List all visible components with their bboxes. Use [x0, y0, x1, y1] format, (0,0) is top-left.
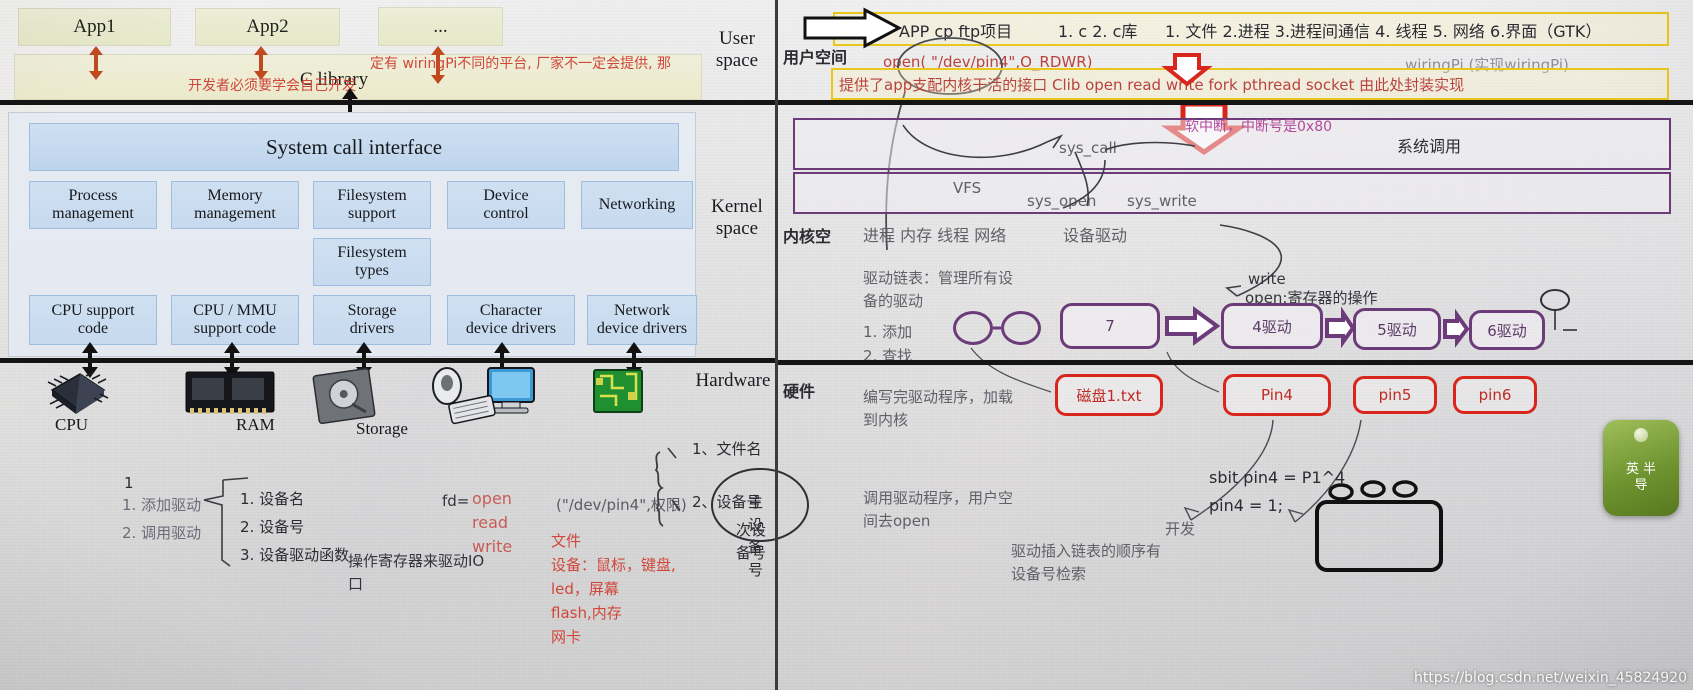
- code-assign-line: pin4 = 1;: [1209, 496, 1284, 515]
- kernel-box-networking: Networking: [581, 181, 693, 229]
- vfs-purple-bar: [793, 172, 1671, 214]
- sys-call-label: sys_call: [1059, 139, 1117, 157]
- clib-row-note: 提供了app支配内核干活的接口 Clib open read write for…: [839, 76, 1465, 94]
- driver-step-add: 1. 添加: [863, 323, 913, 341]
- driver-box-7: 7: [1060, 303, 1160, 349]
- user-space-side-label: User space: [715, 28, 759, 71]
- fd-arguments: ("/dev/pin4",权限): [556, 496, 687, 514]
- hw-note-call-driver: 调用驱动程序，用户空 间去open: [863, 489, 1014, 530]
- app-more-label: ...: [433, 15, 448, 37]
- hardware-side-label: Hardware: [695, 370, 771, 391]
- app2-label: App2: [246, 16, 289, 37]
- system-call-interface-label: System call interface: [265, 134, 443, 159]
- note-add-driver: 1. 添加驱动: [122, 496, 202, 514]
- system-call-interface-box: System call interface: [29, 123, 679, 171]
- device-file-pin5: pin5: [1353, 376, 1437, 414]
- storage-label: Storage: [356, 419, 408, 438]
- red-list-file: 文件: [551, 532, 582, 550]
- hardware-cn-label: 硬件: [783, 382, 816, 401]
- sys-open-label: sys_open: [1027, 192, 1097, 210]
- userspace-kernel-divider: [0, 100, 775, 105]
- app-box-app1: App1: [18, 8, 171, 46]
- vfs-label: VFS: [953, 179, 982, 197]
- driver-insert-note: 驱动插入链表的顺序有 设备号检索: [1011, 542, 1162, 583]
- note-call-driver: 2. 调用驱动: [122, 524, 202, 542]
- register-io-note: 操作寄存器来驱动IO 口: [348, 552, 485, 593]
- app1-clib-arrow: [88, 46, 104, 80]
- driver-box-4: 4驱动: [1221, 303, 1323, 349]
- fd-label: fd=: [442, 492, 470, 510]
- right-kernel-hardware-divider: [775, 360, 1693, 365]
- kernel-box-storage-drivers: Storage drivers: [313, 295, 431, 345]
- kernel-space-cn-label: 内核空: [783, 227, 832, 246]
- red-list-network-card: 网卡: [551, 628, 582, 646]
- kernel-hardware-divider: [0, 358, 775, 363]
- cpu-label: CPU: [55, 415, 89, 434]
- fd-call-open: open: [472, 489, 512, 508]
- device-file-disk: 磁盘1.txt: [1055, 374, 1163, 416]
- wiringpi-platform-note: 定有 wiringPi不同的平台, 厂家不一定会提供, 那: [370, 56, 672, 72]
- app-box-more: ...: [378, 7, 503, 46]
- kernel-box-cpu-support-code: CPU support code: [29, 295, 157, 345]
- left-slide-panel: App1 App2 ... C library 定有 wiringPi不同的平台…: [0, 0, 809, 690]
- app-row-app-label: APP cp ftp项目: [899, 22, 1013, 41]
- driver-box-6: 6驱动: [1469, 310, 1545, 350]
- kernel-box-device-control: Device control: [447, 181, 565, 229]
- red-list-devices: 设备：鼠标，键盘,: [551, 556, 676, 574]
- kernel-box-filesystem-support: Filesystem support: [313, 181, 431, 229]
- syscall-cn-label: 系统调用: [1397, 137, 1462, 156]
- kernel-box-memory-management: Memory management: [171, 181, 299, 229]
- note-device-driver-functions: 3. 设备驱动函数: [240, 546, 350, 564]
- kernel-box-character-device-drivers: Character device drivers: [447, 295, 575, 345]
- red-list-flash-memory: flash,内存: [551, 604, 622, 622]
- note-device-name: 1. 设备名: [240, 490, 305, 508]
- kernel-box-process-management: Process management: [29, 181, 157, 229]
- note-device-number: 2. 设备号: [240, 518, 305, 536]
- hand-drawn-board-rect: [1315, 500, 1443, 572]
- green-module-icon: 英 半 导: [1603, 420, 1679, 516]
- hw-note-write-driver: 编写完驱动程序，加载 到内核: [863, 388, 1014, 429]
- note-marker-1: 1: [124, 474, 134, 492]
- kernel-box-filesystem-types: Filesystem types: [313, 238, 431, 286]
- ram-module-icon: [185, 371, 275, 414]
- panel-divider: [775, 0, 778, 690]
- device-file-pin6: pin6: [1453, 376, 1537, 414]
- watermark-url: https://blog.csdn.net/weixin_45824920: [1413, 670, 1687, 686]
- mouse-keyboard-monitor-icon: [432, 367, 535, 425]
- device-file-pin4: Pin4: [1223, 374, 1331, 416]
- driver-node-circle-2: [1001, 311, 1041, 345]
- cpu-chip-icon: [47, 371, 109, 414]
- ram-label: RAM: [236, 415, 275, 434]
- note-minor-device-number: 次设备号: [736, 521, 767, 562]
- green-module-label: 英 半 导: [1625, 462, 1657, 493]
- app-row-topics-label: 1. 文件 2.进程 3.进程间通信 4. 线程 5. 网络 6.界面（GTK）: [1165, 22, 1602, 41]
- code-sbit-line: sbit pin4 = P1^4: [1209, 468, 1346, 487]
- device-driver-note: 设备驱动: [1063, 226, 1128, 245]
- develop-label: 开发: [1165, 520, 1196, 538]
- fd-call-read: read: [472, 513, 509, 532]
- sys-write-label: sys_write: [1127, 192, 1197, 210]
- developer-note: 开发者必须要学会自己开发: [188, 78, 356, 94]
- kernel-space-frame: System call interface Process management…: [8, 112, 697, 357]
- soft-interrupt-note: 软中断，中断号是0x80: [1185, 119, 1333, 135]
- driver-list-note: 驱动链表：管理所有设 备的驱动: [863, 269, 1014, 310]
- app-box-app2: App2: [195, 8, 340, 46]
- app1-label: App1: [73, 16, 116, 37]
- user-space-cn-label: 用户空间: [783, 48, 848, 67]
- kernel-items-note: 进程 内存 线程 网络: [863, 226, 1007, 245]
- app2-clib-arrow: [253, 46, 269, 80]
- driver-box-5: 5驱动: [1353, 308, 1441, 350]
- note-file-name: 1、文件名: [692, 440, 762, 458]
- green-module-dot: [1634, 428, 1648, 442]
- app-row-libs-label: 1. c 2. c库: [1058, 22, 1138, 41]
- kernel-box-cpu-mmu-support-code: CPU / MMU support code: [171, 295, 299, 345]
- kernel-space-side-label: Kernel space: [711, 196, 763, 239]
- right-userspace-kernel-divider: [775, 100, 1693, 105]
- kernel-box-network-device-drivers: Network device drivers: [587, 295, 697, 345]
- driver-node-circle-1: [953, 311, 993, 345]
- red-list-led-screen: led，屏幕: [551, 580, 619, 598]
- right-annotation-panel: 用户空间 内核空 硬件 APP cp ftp项目 1. c 2. c库 1. 文…: [775, 0, 1693, 690]
